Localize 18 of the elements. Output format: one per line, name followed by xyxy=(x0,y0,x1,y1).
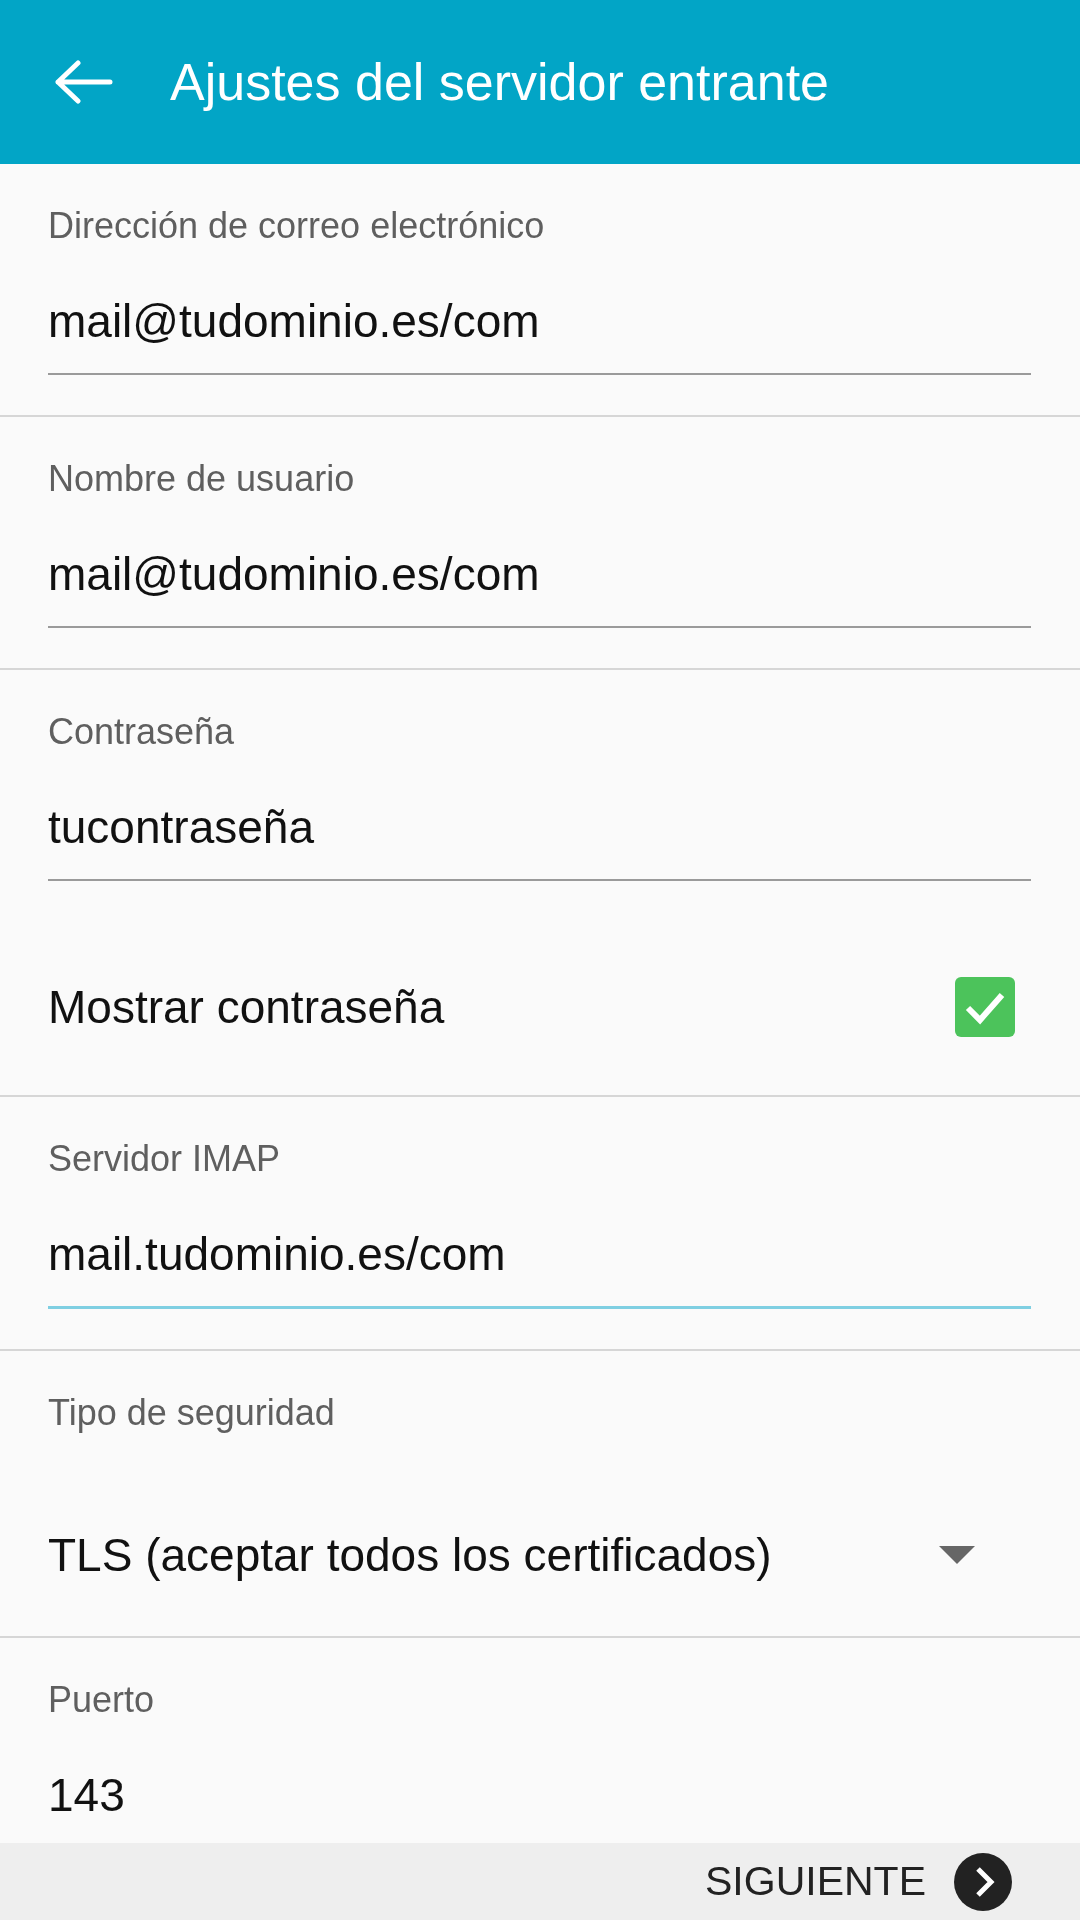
field-label: Puerto xyxy=(48,1678,156,1722)
field-label: Dirección de correo electrónico xyxy=(48,204,546,248)
field-label: Tipo de seguridad xyxy=(48,1391,336,1435)
checkbox[interactable] xyxy=(955,977,1015,1037)
field-label: Nombre de usuario xyxy=(48,457,356,501)
dropdown-caret-icon[interactable] xyxy=(939,1546,975,1564)
field-label: Contraseña xyxy=(48,710,236,754)
input-field[interactable]: mail.tudominio.es/com xyxy=(48,1226,1031,1309)
checkbox-label: Mostrar contraseña xyxy=(48,980,445,1035)
input-field[interactable]: mail@tudominio.es/com xyxy=(48,546,1031,628)
security-dropdown[interactable]: TLS (aceptar todos los certificados) xyxy=(48,1527,1031,1583)
dropdown-value: TLS (aceptar todos los certificados) xyxy=(48,1528,773,1583)
field-label: Servidor IMAP xyxy=(48,1137,282,1181)
screen-title: Ajustes del servidor entrante xyxy=(170,52,829,112)
chevron-circle-icon[interactable] xyxy=(954,1852,1012,1911)
back-arrow-icon[interactable] xyxy=(54,60,114,104)
input-field[interactable]: tucontraseña xyxy=(48,799,1031,881)
input-field[interactable]: mail@tudominio.es/com xyxy=(48,293,1031,375)
